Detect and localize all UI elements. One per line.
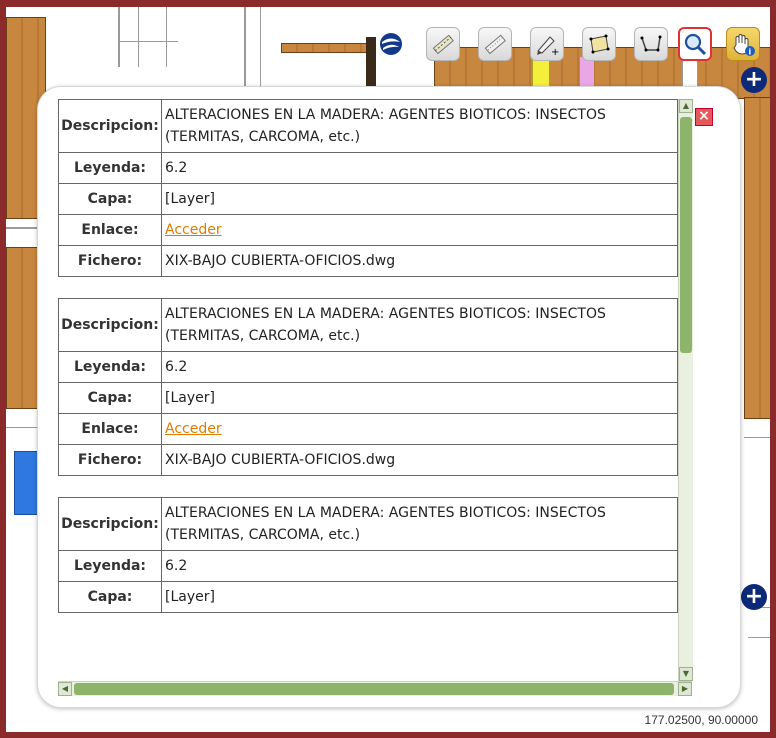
leyenda-label: Leyenda: [58, 550, 162, 582]
popup-scroll-area[interactable]: Descripcion: ALTERACIONES EN LA MADERA: … [58, 99, 678, 681]
fichero-label: Fichero: [58, 444, 162, 476]
map-line [244, 7, 246, 97]
capa-label: Capa: [58, 183, 162, 215]
close-popup-button[interactable]: × [695, 108, 713, 126]
leyenda-value: 6.2 [161, 550, 678, 582]
enlace-cell: Acceder [161, 413, 678, 445]
table-row: Enlace: Acceder [58, 214, 678, 246]
capa-value: [Layer] [161, 183, 678, 215]
map-wood-beam [281, 43, 373, 53]
table-row: Capa: [Layer] [58, 382, 678, 414]
table-row: Enlace: Acceder [58, 413, 678, 445]
pencil-plus-icon: + [537, 36, 559, 57]
coordinates-readout: 177.02500, 90.00000 [644, 713, 758, 727]
map-line [744, 437, 770, 438]
vertical-scroll-thumb[interactable] [680, 117, 692, 353]
scroll-up-arrow-icon[interactable]: ▲ [679, 99, 693, 113]
table-row: Leyenda: 6.2 [58, 550, 678, 582]
descripcion-value: ALTERACIONES EN LA MADERA: AGENTES BIOTI… [161, 99, 678, 153]
map-line [166, 7, 167, 67]
descripcion-label: Descripcion: [58, 99, 162, 153]
measure-line-tool-button[interactable] [426, 27, 460, 61]
table-row: Descripcion: ALTERACIONES EN LA MADERA: … [58, 497, 678, 551]
zoom-in-icon[interactable]: + [741, 67, 767, 93]
map-line [748, 637, 770, 638]
descripcion-label: Descripcion: [58, 298, 162, 352]
scroll-right-arrow-icon[interactable]: ▶ [678, 682, 692, 696]
measure-ruler-icon [432, 34, 454, 55]
fichero-value: XIX-BAJO CUBIERTA-OFICIOS.dwg [161, 245, 678, 277]
enlace-cell: Acceder [161, 214, 678, 246]
capa-label: Capa: [58, 581, 162, 613]
map-line [118, 41, 178, 42]
record-table: Descripcion: ALTERACIONES EN LA MADERA: … [58, 298, 678, 476]
leyenda-label: Leyenda: [58, 351, 162, 383]
table-row: Leyenda: 6.2 [58, 351, 678, 383]
svg-text:i: i [749, 48, 752, 57]
table-row: Capa: [Layer] [58, 183, 678, 215]
enlace-label: Enlace: [58, 413, 162, 445]
ruler-icon [484, 34, 506, 55]
acceder-link[interactable]: Acceder [165, 421, 222, 437]
table-row: Descripcion: ALTERACIONES EN LA MADERA: … [58, 298, 678, 352]
table-row: Descripcion: ALTERACIONES EN LA MADERA: … [58, 99, 678, 153]
polyline-tool-button[interactable] [634, 27, 668, 61]
map-line [138, 7, 139, 67]
horizontal-scroll-thumb[interactable] [74, 683, 674, 695]
draw-add-tool-button[interactable]: + [530, 27, 564, 61]
identify-tool-button[interactable] [678, 27, 712, 61]
leyenda-value: 6.2 [161, 152, 678, 184]
capa-label: Capa: [58, 382, 162, 414]
polygon-tool-button[interactable] [582, 27, 616, 61]
table-row: Capa: [Layer] [58, 581, 678, 613]
acceder-link[interactable]: Acceder [165, 222, 222, 238]
scroll-left-arrow-icon[interactable]: ◀ [58, 682, 72, 696]
leyenda-label: Leyenda: [58, 152, 162, 184]
capa-value: [Layer] [161, 581, 678, 613]
measure-distance-tool-button[interactable] [478, 27, 512, 61]
pan-info-tool-button[interactable]: i [726, 27, 760, 61]
enlace-label: Enlace: [58, 214, 162, 246]
record-table: Descripcion: ALTERACIONES EN LA MADERA: … [58, 99, 678, 277]
table-row: Leyenda: 6.2 [58, 152, 678, 184]
hand-info-icon: i [733, 34, 755, 57]
svg-text:+: + [551, 47, 559, 57]
magnifier-icon [684, 33, 707, 56]
vertical-scrollbar[interactable]: ▲ ▼ [678, 99, 693, 681]
map-line [260, 7, 261, 97]
leyenda-value: 6.2 [161, 351, 678, 383]
map-wood-beam [744, 97, 770, 419]
scroll-down-arrow-icon[interactable]: ▼ [679, 667, 693, 681]
fichero-label: Fichero: [58, 245, 162, 277]
globe-icon [380, 33, 402, 55]
globe-tool-button[interactable] [374, 27, 408, 61]
polyline-icon [640, 35, 662, 52]
descripcion-value: ALTERACIONES EN LA MADERA: AGENTES BIOTI… [161, 497, 678, 551]
descripcion-value: ALTERACIONES EN LA MADERA: AGENTES BIOTI… [161, 298, 678, 352]
horizontal-scrollbar[interactable]: ◀ ▶ [58, 681, 692, 696]
fichero-value: XIX-BAJO CUBIERTA-OFICIOS.dwg [161, 444, 678, 476]
map-line [118, 7, 120, 67]
capa-value: [Layer] [161, 382, 678, 414]
table-row: Fichero: XIX-BAJO CUBIERTA-OFICIOS.dwg [58, 245, 678, 277]
record-table: Descripcion: ALTERACIONES EN LA MADERA: … [58, 497, 678, 613]
descripcion-label: Descripcion: [58, 497, 162, 551]
polygon-icon [589, 34, 610, 54]
zoom-in-icon[interactable]: + [741, 584, 767, 610]
table-row: Fichero: XIX-BAJO CUBIERTA-OFICIOS.dwg [58, 444, 678, 476]
